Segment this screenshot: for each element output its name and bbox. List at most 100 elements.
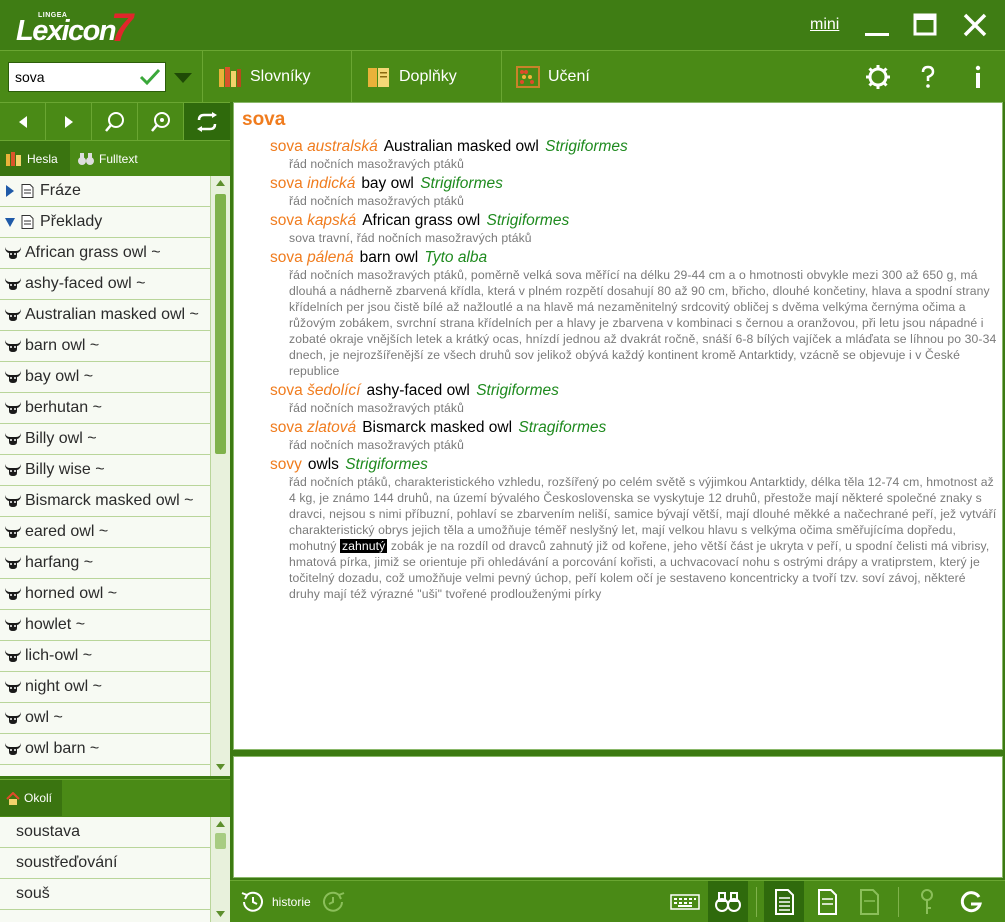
sense-latin[interactable]: Strigiformes bbox=[487, 212, 570, 229]
sense-headword[interactable]: sova kapská bbox=[270, 212, 356, 229]
list-item[interactable]: owl ~ bbox=[0, 703, 210, 734]
sense-headword[interactable]: sova šedolící bbox=[270, 382, 360, 399]
forward-button[interactable] bbox=[46, 103, 92, 141]
list-item[interactable]: owl barn ~ bbox=[0, 734, 210, 765]
list-item[interactable]: barn owl ~ bbox=[0, 331, 210, 362]
sense-latin[interactable]: Strigiformes bbox=[420, 175, 503, 192]
sense-latin[interactable]: Tyto alba bbox=[425, 249, 488, 266]
bull-icon bbox=[5, 433, 21, 445]
close-icon[interactable] bbox=[960, 10, 990, 40]
list-item[interactable]: lich-owl ~ bbox=[0, 641, 210, 672]
sense-translation[interactable]: barn owl bbox=[360, 249, 419, 266]
scroll-down-icon[interactable] bbox=[216, 764, 225, 770]
list-item[interactable]: horned owl ~ bbox=[0, 579, 210, 610]
sense-translation[interactable]: ashy-faced owl bbox=[366, 382, 469, 399]
sense-translation[interactable]: African grass owl bbox=[362, 212, 480, 229]
binoculars-toggle[interactable] bbox=[708, 881, 748, 922]
scroll-up-icon[interactable] bbox=[216, 180, 225, 186]
document-short-icon[interactable] bbox=[854, 887, 884, 917]
word-group-row[interactable]: Překlady bbox=[0, 207, 210, 238]
bull-icon bbox=[5, 309, 21, 321]
list-item[interactable]: ashy-faced owl ~ bbox=[0, 269, 210, 300]
history-icon[interactable] bbox=[238, 887, 268, 917]
full-view-toggle[interactable] bbox=[764, 881, 804, 922]
chevron-down-icon[interactable] bbox=[172, 68, 194, 88]
sense-headword[interactable]: sova zlatová bbox=[270, 419, 356, 436]
sense-latin[interactable]: Stragiformes bbox=[518, 419, 606, 436]
maximize-icon[interactable] bbox=[910, 10, 940, 40]
sense-translation[interactable]: owls bbox=[308, 456, 339, 473]
bottom-bar: historie bbox=[230, 880, 1005, 922]
expand-down-icon[interactable] bbox=[5, 216, 15, 228]
list-item[interactable]: Bismarck masked owl ~ bbox=[0, 486, 210, 517]
uceni-button[interactable]: Učení bbox=[516, 51, 590, 103]
okoli-item[interactable]: souš bbox=[0, 879, 210, 910]
list-item-label: lich-owl ~ bbox=[25, 647, 93, 664]
similar-search-button[interactable] bbox=[138, 103, 184, 141]
sense-headword[interactable]: sova australská bbox=[270, 138, 378, 155]
sense-headword[interactable]: sova pálená bbox=[270, 249, 354, 266]
list-item[interactable]: Australian masked owl ~ bbox=[0, 300, 210, 331]
sense-description: řád nočních masožravých ptáků bbox=[289, 194, 464, 208]
minimize-icon[interactable] bbox=[862, 10, 892, 40]
sense-entry: sova šedolící ashy-faced owl Strigiformes… bbox=[270, 381, 1000, 416]
swap-direction-button[interactable] bbox=[184, 103, 230, 141]
google-icon[interactable] bbox=[956, 887, 986, 917]
list-item[interactable]: night owl ~ bbox=[0, 672, 210, 703]
bull-icon bbox=[5, 371, 21, 383]
list-item[interactable]: Billy owl ~ bbox=[0, 424, 210, 455]
info-icon[interactable] bbox=[964, 63, 992, 91]
mini-mode-button[interactable]: mini bbox=[810, 16, 839, 34]
document-medium-icon[interactable] bbox=[812, 887, 842, 917]
list-item[interactable]: eared owl ~ bbox=[0, 517, 210, 548]
sense-translation[interactable]: Bismarck masked owl bbox=[362, 419, 512, 436]
sense-description: sova travní, řád nočních masožravých ptá… bbox=[289, 231, 532, 245]
document-full-icon bbox=[775, 889, 794, 915]
history-label[interactable]: historie bbox=[272, 895, 311, 909]
tab-hesla[interactable]: Hesla bbox=[0, 141, 70, 177]
sense-description: řád nočních masožravých ptáků, poměrně v… bbox=[289, 268, 997, 378]
list-item[interactable]: harfang ~ bbox=[0, 548, 210, 579]
word-group-row[interactable]: Fráze bbox=[0, 176, 210, 207]
sense-entry: sova zlatová Bismarck masked owl Stragifo… bbox=[270, 418, 1000, 453]
slovniky-button[interactable]: Slovníky bbox=[218, 51, 310, 103]
sense-translation[interactable]: bay owl bbox=[361, 175, 414, 192]
history-forward-icon[interactable] bbox=[318, 887, 348, 917]
sense-translation[interactable]: Australian masked owl bbox=[384, 138, 539, 155]
okoli-scrollbar[interactable] bbox=[210, 817, 230, 922]
notes-panel[interactable] bbox=[233, 756, 1003, 878]
key-icon[interactable] bbox=[912, 887, 942, 917]
search-button[interactable] bbox=[92, 103, 138, 141]
scroll-thumb[interactable] bbox=[215, 833, 226, 849]
doplnky-button[interactable]: Doplňky bbox=[367, 51, 457, 103]
okoli-item[interactable]: soustava bbox=[0, 817, 210, 848]
highlighted-word[interactable]: zahnutý bbox=[339, 539, 388, 553]
okoli-item-label: soustřeďování bbox=[16, 854, 118, 871]
tab-fulltext[interactable]: Fulltext bbox=[72, 141, 148, 177]
list-item[interactable]: bay owl ~ bbox=[0, 362, 210, 393]
search-input[interactable] bbox=[9, 63, 137, 91]
back-button[interactable] bbox=[0, 103, 46, 141]
list-item[interactable]: howlet ~ bbox=[0, 610, 210, 641]
list-item[interactable]: Billy wise ~ bbox=[0, 455, 210, 486]
sense-headword[interactable]: sovy bbox=[270, 456, 302, 473]
word-list-scrollbar[interactable] bbox=[210, 176, 230, 776]
tab-hesla-label: Hesla bbox=[27, 152, 58, 166]
expand-right-icon[interactable] bbox=[5, 185, 15, 197]
sense-latin[interactable]: Strigiformes bbox=[545, 138, 628, 155]
gear-icon[interactable] bbox=[864, 63, 892, 91]
sense-headword[interactable]: sova indická bbox=[270, 175, 355, 192]
sense-latin[interactable]: Strigiformes bbox=[345, 456, 428, 473]
sense-latin[interactable]: Strigiformes bbox=[476, 382, 559, 399]
help-icon[interactable] bbox=[914, 63, 942, 91]
scroll-down-icon[interactable] bbox=[216, 911, 225, 917]
scroll-thumb[interactable] bbox=[215, 194, 226, 454]
confirm-check-icon[interactable] bbox=[139, 66, 161, 88]
list-item[interactable]: berhutan ~ bbox=[0, 393, 210, 424]
list-item[interactable]: African grass owl ~ bbox=[0, 238, 210, 269]
scroll-up-icon[interactable] bbox=[216, 821, 225, 827]
keyboard-icon[interactable] bbox=[670, 887, 700, 917]
tab-okoli[interactable]: Okolí bbox=[0, 780, 62, 816]
search-box bbox=[8, 62, 166, 92]
okoli-item[interactable]: soustřeďování bbox=[0, 848, 210, 879]
